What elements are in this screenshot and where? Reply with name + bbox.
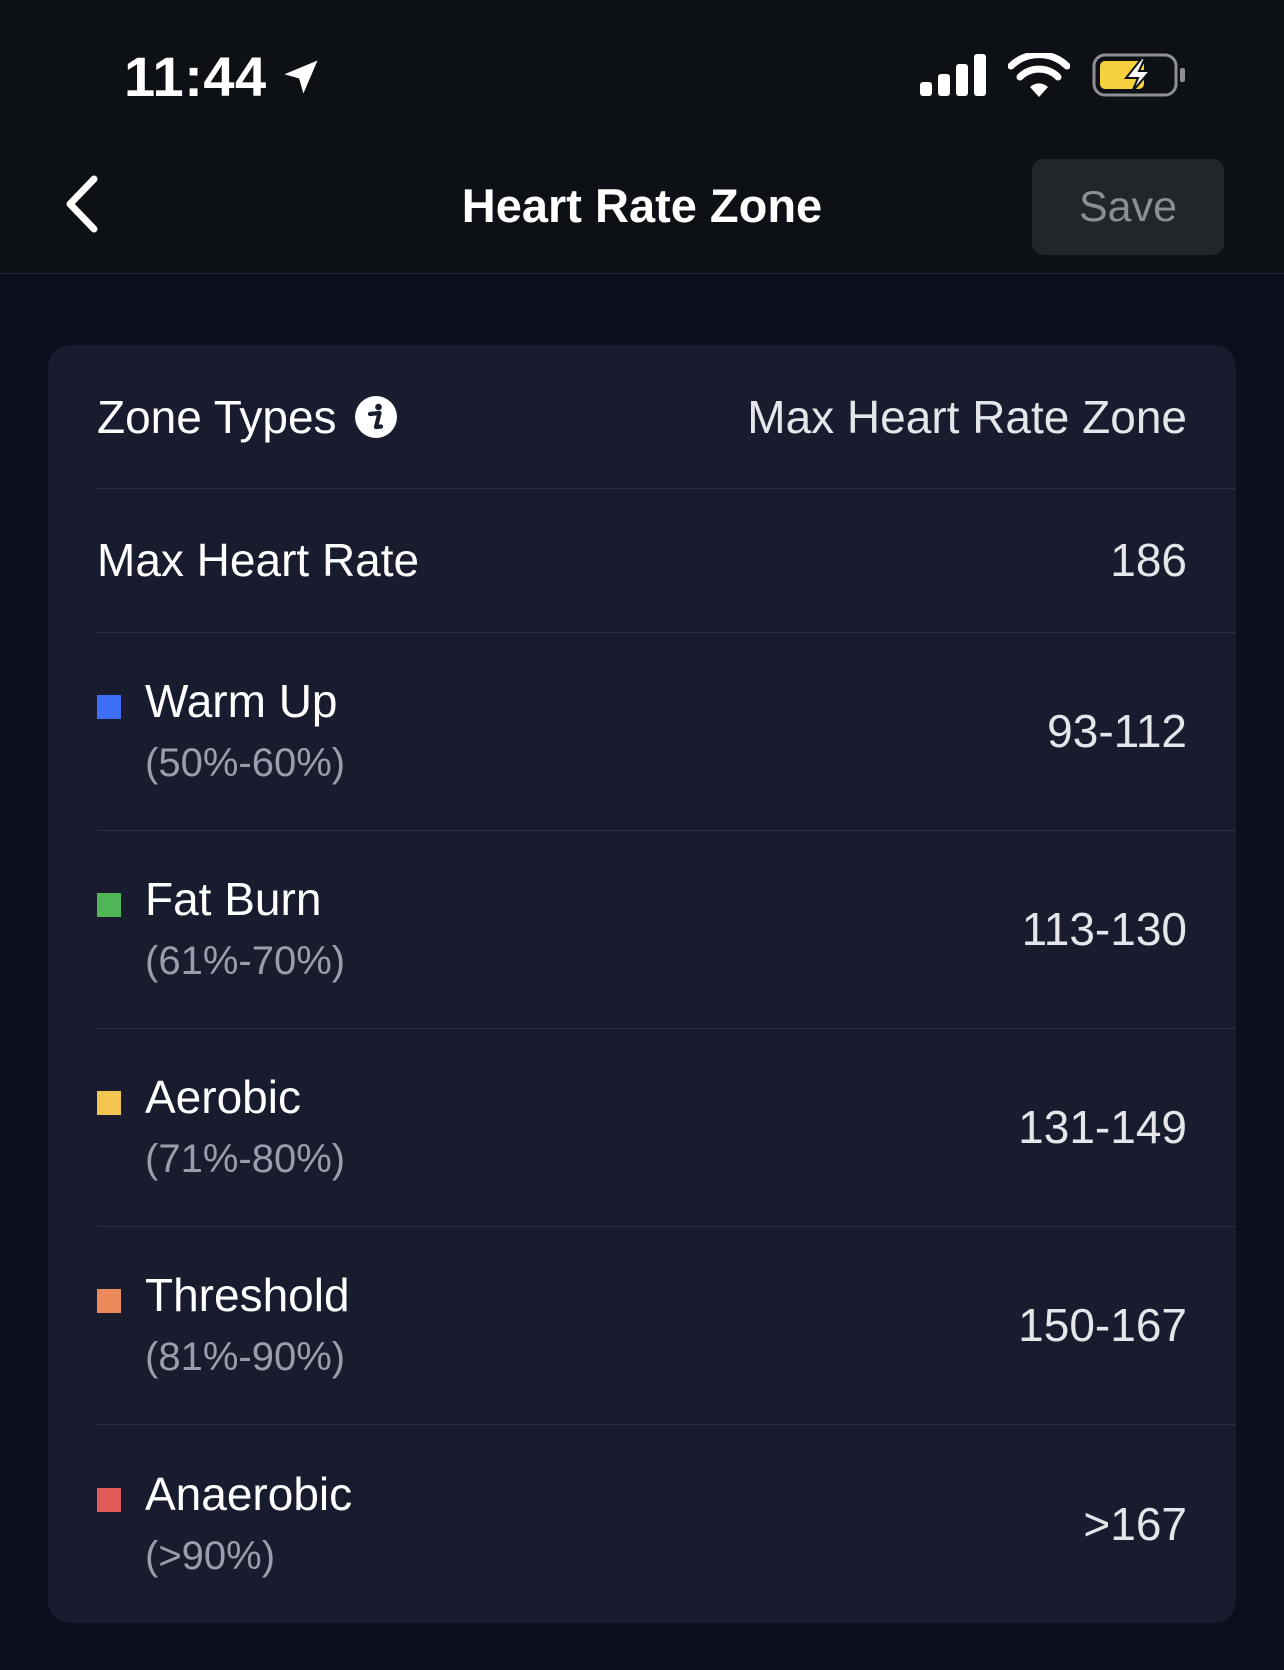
zone-range: 113-130 [1021, 903, 1187, 955]
zone-percent: (>90%) [145, 1533, 276, 1578]
zone-name: Aerobic [145, 1071, 301, 1123]
zone-percent: (81%-90%) [145, 1335, 346, 1379]
battery-charging-icon [1092, 52, 1188, 103]
max-heart-rate-value: 186 [1110, 534, 1187, 586]
zone-range: 150-167 [1018, 1299, 1187, 1351]
zone-color-swatch [97, 893, 121, 917]
zone-settings-card: Zone Types Max Heart Rate Zone Max Heart… [48, 345, 1236, 1623]
zone-texts: Anaerobic (>90%) [145, 1465, 352, 1583]
zone-name: Anaerobic [145, 1467, 353, 1520]
zone-color-swatch [97, 1487, 121, 1512]
zone-types-row[interactable]: Zone Types Max Heart Rate Zone [97, 345, 1236, 489]
zone-percent: (61%-70%) [145, 939, 346, 983]
zone-types-label: Zone Types [97, 390, 337, 443]
zone-percent: (71%-80%) [145, 1137, 346, 1181]
zone-range: >167 [1083, 1497, 1187, 1550]
zone-color-swatch [97, 1289, 121, 1313]
zone-row-aerobic[interactable]: Aerobic (71%-80%) 131-149 [97, 1028, 1236, 1227]
max-heart-rate-label: Max Heart Rate [97, 534, 420, 586]
zone-label-group: Anaerobic (>90%) [97, 1465, 1083, 1583]
zone-label-group: Warm Up (50%-60%) [97, 672, 1047, 790]
zone-name: Fat Burn [145, 873, 322, 925]
zone-name: Threshold [145, 1269, 350, 1321]
zone-types-label-group: Zone Types [97, 390, 747, 444]
save-button[interactable]: Save [1032, 159, 1224, 255]
zone-range: 131-149 [1018, 1101, 1187, 1153]
zone-row-threshold[interactable]: Threshold (81%-90%) 150-167 [97, 1226, 1236, 1425]
zone-label-group: Fat Burn (61%-70%) [97, 870, 1022, 988]
zone-color-swatch [97, 1091, 121, 1115]
cellular-signal-icon [920, 54, 986, 101]
wifi-icon [1007, 51, 1071, 102]
top-bar: 11:44 Heart Rate Zone Save [0, 0, 1284, 274]
zone-percent: (50%-60%) [145, 741, 346, 785]
info-icon[interactable] [354, 395, 397, 438]
max-heart-rate-label-group: Max Heart Rate [97, 533, 1110, 587]
zone-color-swatch [97, 695, 121, 719]
max-heart-rate-row[interactable]: Max Heart Rate 186 [97, 488, 1236, 633]
zone-label-group: Aerobic (71%-80%) [97, 1068, 1018, 1186]
zone-types-value: Max Heart Rate Zone [747, 390, 1187, 443]
zone-row-fat-burn[interactable]: Fat Burn (61%-70%) 113-130 [97, 830, 1236, 1029]
status-icons [920, 51, 1188, 103]
zone-texts: Threshold (81%-90%) [145, 1266, 350, 1384]
zone-texts: Warm Up (50%-60%) [145, 672, 345, 790]
zone-texts: Fat Burn (61%-70%) [145, 870, 345, 988]
status-time: 11:44 [124, 44, 323, 109]
zone-label-group: Threshold (81%-90%) [97, 1266, 1018, 1384]
zone-row-anaerobic[interactable]: Anaerobic (>90%) >167 [97, 1424, 1236, 1623]
location-arrow-icon [279, 55, 323, 99]
zone-name: Warm Up [145, 675, 338, 727]
zone-row-warm-up[interactable]: Warm Up (50%-60%) 93-112 [97, 632, 1236, 831]
status-time-text: 11:44 [124, 45, 267, 108]
zone-range: 93-112 [1047, 705, 1187, 757]
zone-texts: Aerobic (71%-80%) [145, 1068, 345, 1186]
